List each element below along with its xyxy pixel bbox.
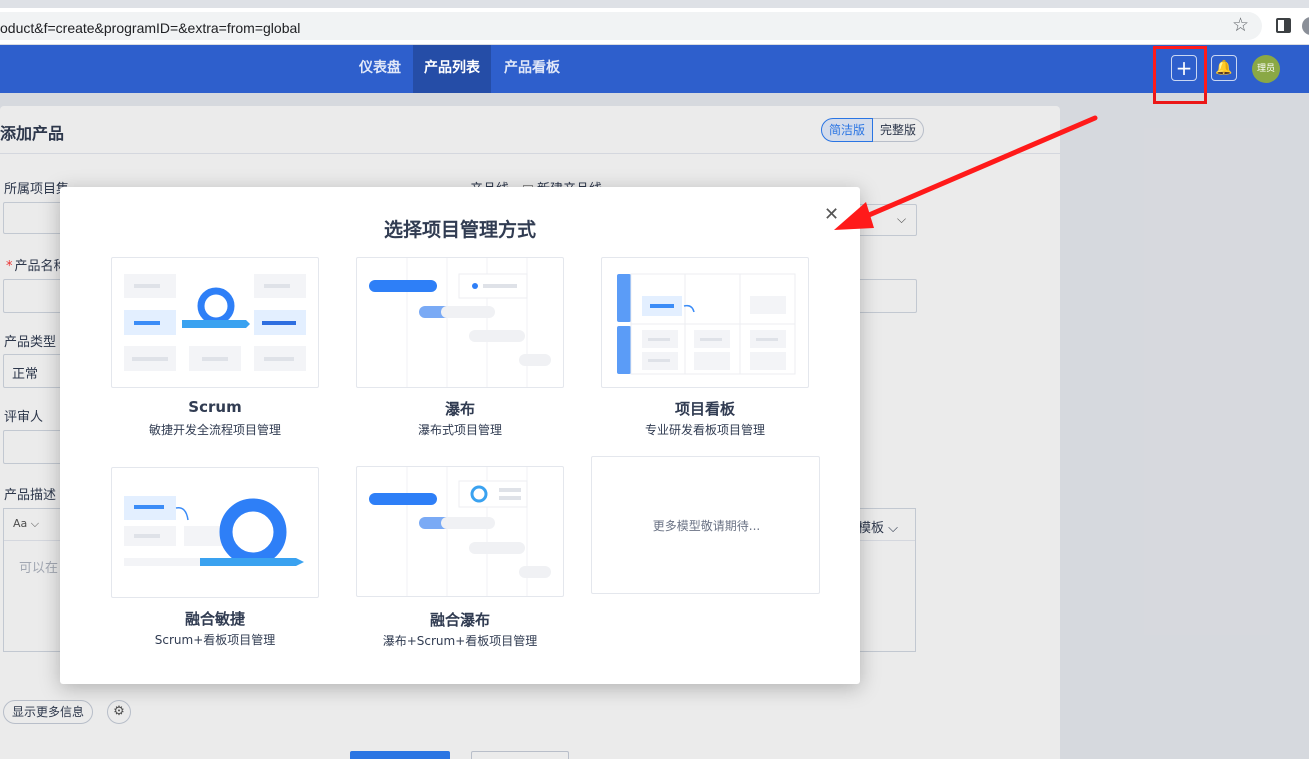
annotation-arrow [834,115,1098,230]
